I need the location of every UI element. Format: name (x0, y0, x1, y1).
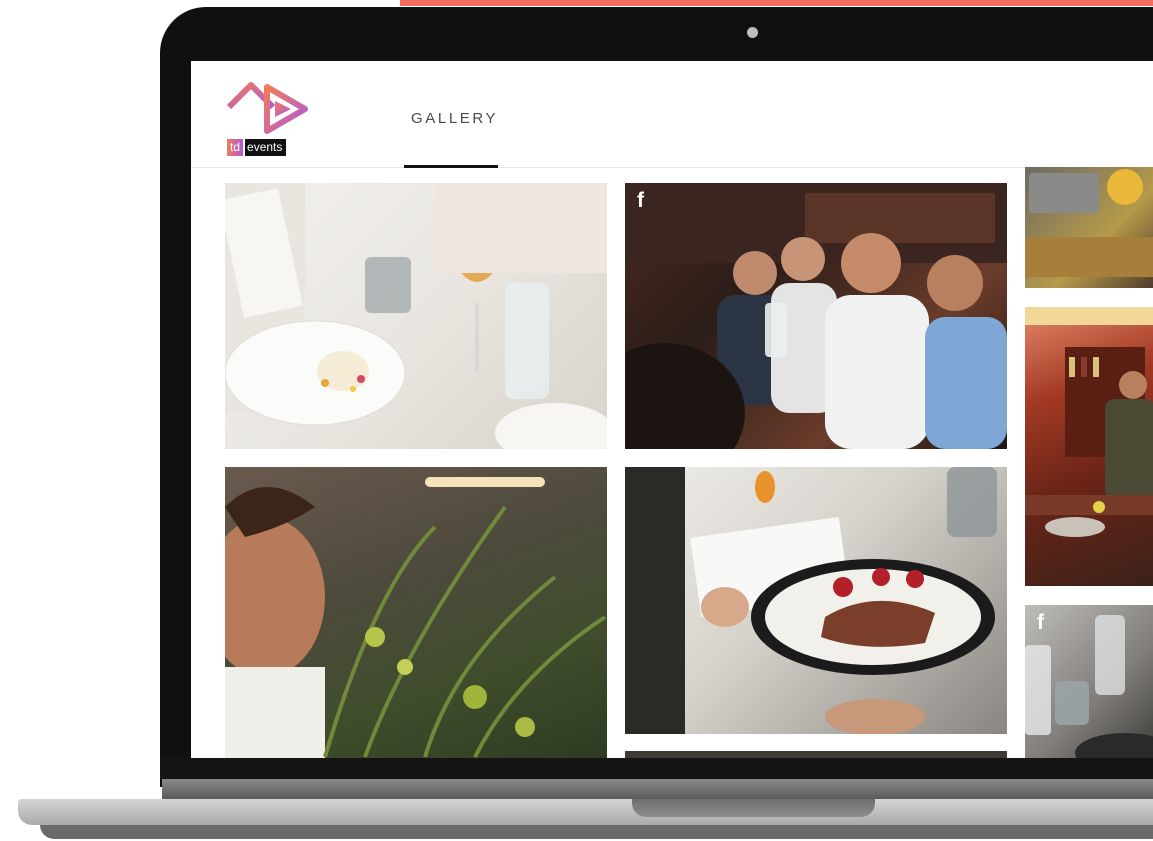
laptop-base (18, 799, 1153, 825)
main-course-illustration (625, 467, 997, 734)
gallery-photo-table-glasses[interactable]: f (1025, 605, 1153, 758)
accent-bar (400, 0, 1153, 6)
chef-herbs-illustration (225, 477, 607, 758)
logo-wordmark: td events (227, 139, 287, 156)
site-header: td events GALLERY (191, 61, 1153, 168)
gallery-photo-guests-toasting[interactable]: f (625, 183, 1007, 449)
gallery-photo-dessert-plate[interactable] (225, 183, 607, 449)
logo-word-td: td (227, 139, 244, 156)
gallery-photo-bartender[interactable] (1025, 307, 1153, 586)
bartender-illustration (1025, 307, 1153, 537)
logo-mark-icon (226, 82, 308, 137)
guests-illustration (625, 183, 1007, 449)
facebook-icon[interactable]: f (637, 189, 644, 213)
logo-word-events: events (245, 139, 287, 156)
laptop-opening-notch (632, 799, 875, 817)
nav-active-underline (404, 165, 498, 168)
nav-gallery-label: GALLERY (411, 110, 499, 127)
dessert-plate-illustration (225, 183, 607, 449)
laptop-base-edge (40, 825, 1153, 839)
laptop-screen: td events GALLERY f f (191, 61, 1153, 758)
gallery-photo-partial[interactable] (625, 751, 1007, 758)
kitchen-trays-illustration (1025, 169, 1153, 277)
table-glasses-illustration (1025, 615, 1153, 758)
gallery-photo-chef-herbs[interactable] (225, 467, 607, 758)
laptop-bezel-bottom (160, 757, 1153, 779)
nav-item-gallery[interactable]: GALLERY (404, 61, 499, 168)
td-events-logo[interactable]: td events (226, 81, 309, 157)
laptop-hinge (162, 779, 1153, 799)
gallery-photo-kitchen-trays[interactable] (1025, 167, 1153, 288)
facebook-icon[interactable]: f (1037, 611, 1044, 635)
webcam (747, 27, 758, 38)
gallery-photo-main-course[interactable] (625, 467, 1007, 734)
